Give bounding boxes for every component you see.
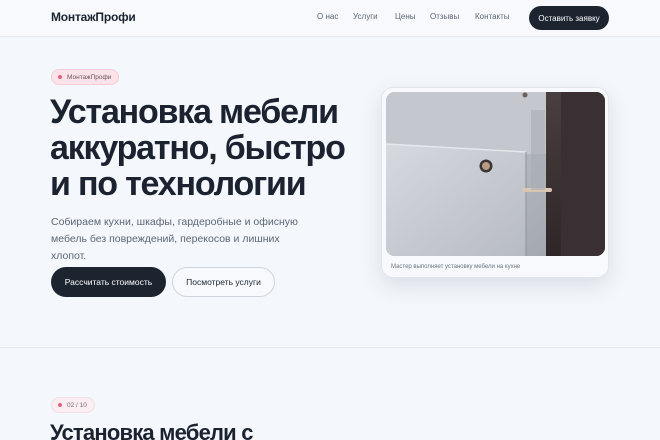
nav-link-about[interactable]: О нас [317, 12, 338, 21]
photo-caption: Мастер выполняет установку мебели на кух… [391, 264, 521, 270]
nav-link-prices[interactable]: Цены [395, 12, 416, 21]
nav-link-contacts[interactable]: Контакты [475, 12, 510, 21]
section-title: Установка мебели с [50, 420, 253, 440]
hero-subtitle-line: мебель без повреждений, перекосов и лишн… [51, 233, 280, 262]
nav-link-services[interactable]: Услуги [353, 12, 378, 21]
calculate-cost-button[interactable]: Рассчитать стоимость [51, 267, 166, 297]
hero-subtitle: Собираем кухни, шкафы, гардеробные и офи… [51, 214, 311, 265]
brand-chip-label: МонтажПрофи [67, 73, 112, 81]
chip-dot-icon [58, 403, 62, 407]
hero-photo-card: Мастер выполняет установку мебели на кух… [381, 87, 609, 278]
furniture-installation-photo [386, 92, 605, 256]
hero-title-line: Установка мебели [50, 93, 339, 131]
hero-title-line: аккуратно, быстро [50, 129, 346, 167]
hero-subtitle-line: Собираем кухни, шкафы, гардеробные и офи… [51, 216, 298, 228]
hero-title-line: и по технологии [50, 165, 307, 203]
chip-dot-icon [58, 75, 62, 79]
top-navigation-bar: МонтажПрофи О нас Услуги Цены Отзывы Кон… [0, 0, 660, 37]
section-divider [0, 347, 660, 348]
section-counter-label: 02 / 10 [67, 401, 87, 409]
hero-title: Установка мебели аккуратно, быстро и по … [50, 94, 350, 202]
view-services-button[interactable]: Посмотреть услуги [172, 267, 275, 297]
nav-link-reviews[interactable]: Отзывы [430, 12, 459, 21]
section-counter-chip: 02 / 10 [51, 397, 95, 413]
leave-request-button[interactable]: Оставить заявку [529, 6, 609, 30]
brand-chip: МонтажПрофи [51, 69, 120, 85]
site-logo[interactable]: МонтажПрофи [51, 10, 136, 24]
